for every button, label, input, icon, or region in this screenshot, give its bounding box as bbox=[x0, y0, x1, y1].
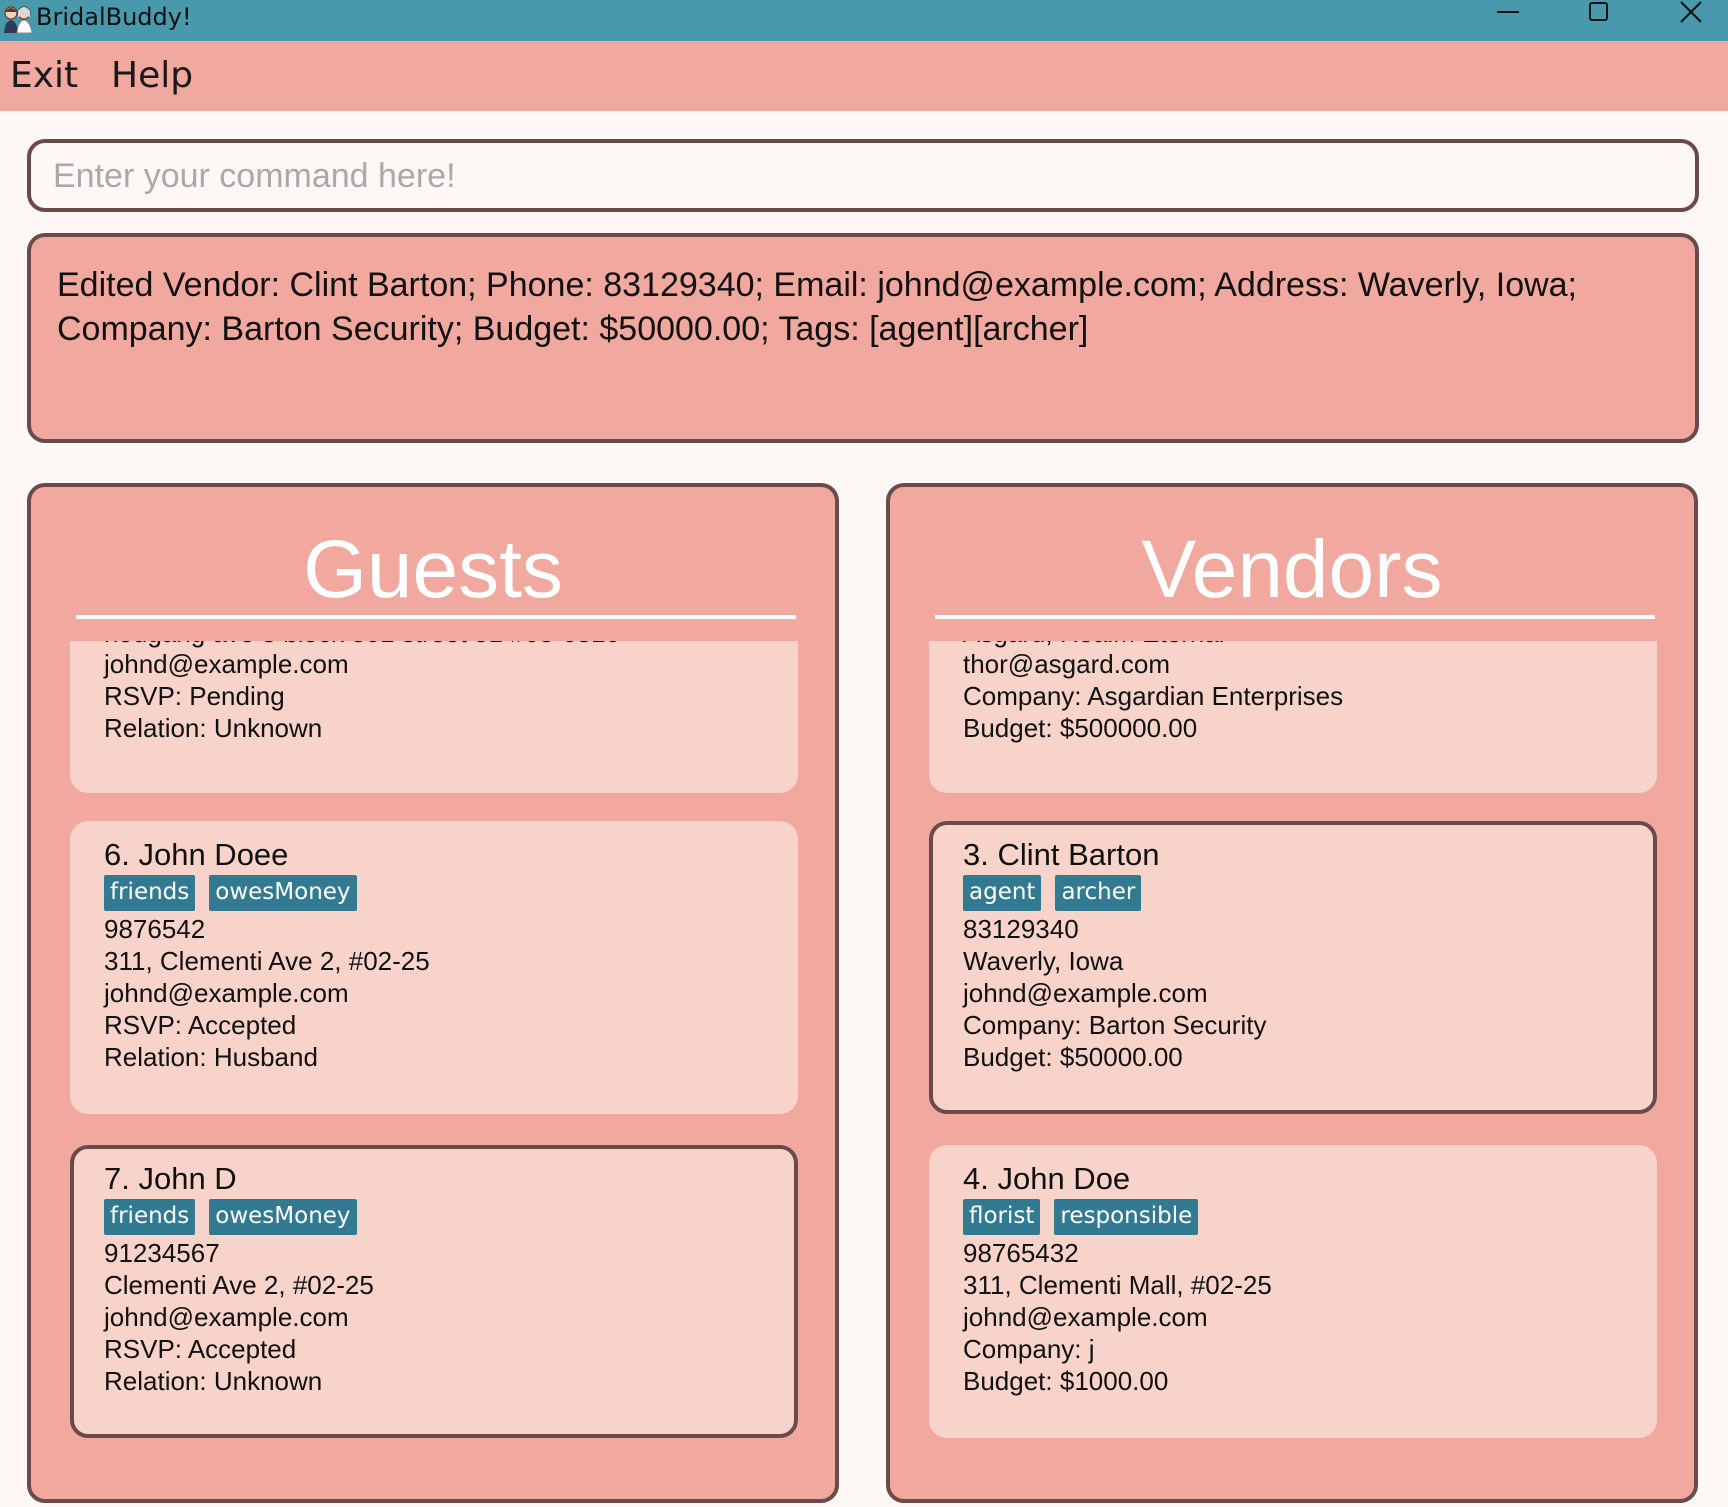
guest-email: johnd@example.com bbox=[104, 978, 349, 1008]
window-title: BridalBuddy! bbox=[36, 3, 192, 31]
guest-relation: Relation: Unknown bbox=[104, 713, 323, 743]
guest-list[interactable]: hougang ave 8 block 501 street 51 #08-68… bbox=[31, 641, 835, 1499]
vendor-budget: Budget: $500000.00 bbox=[963, 713, 1198, 743]
guest-phone: 91234567 bbox=[104, 1238, 220, 1268]
guest-rsvp: RSVP: Accepted bbox=[104, 1010, 297, 1040]
close-button[interactable] bbox=[1662, 0, 1722, 30]
vendor-card-selected[interactable]: 3. Clint Barton agent archer 83129340 Wa… bbox=[929, 821, 1657, 1114]
tag: owesMoney bbox=[209, 1199, 357, 1235]
vendors-title: Vendors bbox=[1141, 524, 1443, 615]
guest-address: Clementi Ave 2, #02-25 bbox=[104, 1270, 374, 1300]
bridal-couple-icon bbox=[4, 6, 33, 34]
close-icon bbox=[1680, 1, 1702, 23]
vendors-divider bbox=[935, 615, 1655, 619]
guest-relation: Relation: Husband bbox=[104, 1042, 318, 1072]
tag: agent bbox=[963, 875, 1042, 911]
guest-card-selected[interactable]: 7. John D friends owesMoney 91234567 Cle… bbox=[70, 1145, 798, 1438]
vendor-email: thor@asgard.com bbox=[963, 649, 1171, 679]
vendor-phone: 98765432 bbox=[963, 1238, 1079, 1268]
tag: friends bbox=[104, 1199, 196, 1235]
vendor-list[interactable]: Asgard, Realm Eternal thor@asgard.com Co… bbox=[890, 641, 1694, 1499]
result-line-2: Company: Barton Security; Budget: $50000… bbox=[57, 310, 1089, 348]
guest-card-partial[interactable]: hougang ave 8 block 501 street 51 #08-68… bbox=[70, 641, 798, 793]
menu-help[interactable]: Help bbox=[111, 55, 193, 97]
menu-bar: Exit Help bbox=[0, 41, 1728, 111]
vendor-phone: 83129340 bbox=[963, 914, 1079, 944]
guest-rsvp: RSVP: Pending bbox=[104, 681, 285, 711]
guest-address: 311, Clementi Ave 2, #02-25 bbox=[104, 946, 430, 976]
guests-panel: Guests hougang ave 8 block 501 street 51… bbox=[27, 483, 839, 1503]
minimize-button[interactable] bbox=[1478, 0, 1538, 30]
guest-email: johnd@example.com bbox=[104, 1302, 349, 1332]
vendor-budget: Budget: $50000.00 bbox=[963, 1042, 1183, 1072]
minimize-icon bbox=[1497, 11, 1519, 13]
vendor-card[interactable]: 4. John Doe florist responsible 98765432… bbox=[929, 1145, 1657, 1438]
title-bar: BridalBuddy! bbox=[0, 0, 1728, 41]
guest-name: 6. John Doee bbox=[104, 837, 289, 872]
vendor-name: 4. John Doe bbox=[963, 1161, 1131, 1196]
tag: florist bbox=[963, 1199, 1041, 1235]
vendor-budget: Budget: $1000.00 bbox=[963, 1366, 1169, 1396]
tag: owesMoney bbox=[209, 875, 357, 911]
maximize-icon bbox=[1589, 2, 1608, 21]
guest-relation: Relation: Unknown bbox=[104, 1366, 323, 1396]
vendor-company: Company: j bbox=[963, 1334, 1095, 1364]
maximize-button[interactable] bbox=[1568, 0, 1628, 30]
guests-title: Guests bbox=[303, 524, 563, 615]
guest-phone: 9876542 bbox=[104, 914, 206, 944]
guest-tags: friends owesMoney bbox=[104, 1199, 357, 1235]
guest-card[interactable]: 6. John Doee friends owesMoney 9876542 3… bbox=[70, 821, 798, 1114]
result-line-1: Edited Vendor: Clint Barton; Phone: 8312… bbox=[57, 266, 1578, 304]
tag: responsible bbox=[1054, 1199, 1199, 1235]
guests-divider bbox=[76, 615, 796, 619]
vendor-tags: florist responsible bbox=[963, 1199, 1199, 1235]
vendor-name: 3. Clint Barton bbox=[963, 837, 1160, 872]
guest-rsvp: RSVP: Accepted bbox=[104, 1334, 297, 1364]
result-display: Edited Vendor: Clint Barton; Phone: 8312… bbox=[27, 233, 1699, 443]
vendor-address: 311, Clementi Mall, #02-25 bbox=[963, 1270, 1272, 1300]
guest-email: johnd@example.com bbox=[104, 649, 349, 679]
vendor-card-partial[interactable]: Asgard, Realm Eternal thor@asgard.com Co… bbox=[929, 641, 1657, 793]
vendor-email: johnd@example.com bbox=[963, 978, 1208, 1008]
vendors-panel: Vendors Asgard, Realm Eternal thor@asgar… bbox=[886, 483, 1698, 1503]
guest-tags: friends owesMoney bbox=[104, 875, 357, 911]
vendor-company: Company: Barton Security bbox=[963, 1010, 1267, 1040]
tag: friends bbox=[104, 875, 196, 911]
vendor-tags: agent archer bbox=[963, 875, 1142, 911]
vendor-email: johnd@example.com bbox=[963, 1302, 1208, 1332]
command-box bbox=[27, 139, 1699, 212]
command-input[interactable] bbox=[53, 153, 1653, 199]
vendor-address: Waverly, Iowa bbox=[963, 946, 1124, 976]
guest-name: 7. John D bbox=[104, 1161, 237, 1196]
vendor-company: Company: Asgardian Enterprises bbox=[963, 681, 1344, 711]
menu-exit[interactable]: Exit bbox=[10, 55, 78, 97]
tag: archer bbox=[1055, 875, 1142, 911]
